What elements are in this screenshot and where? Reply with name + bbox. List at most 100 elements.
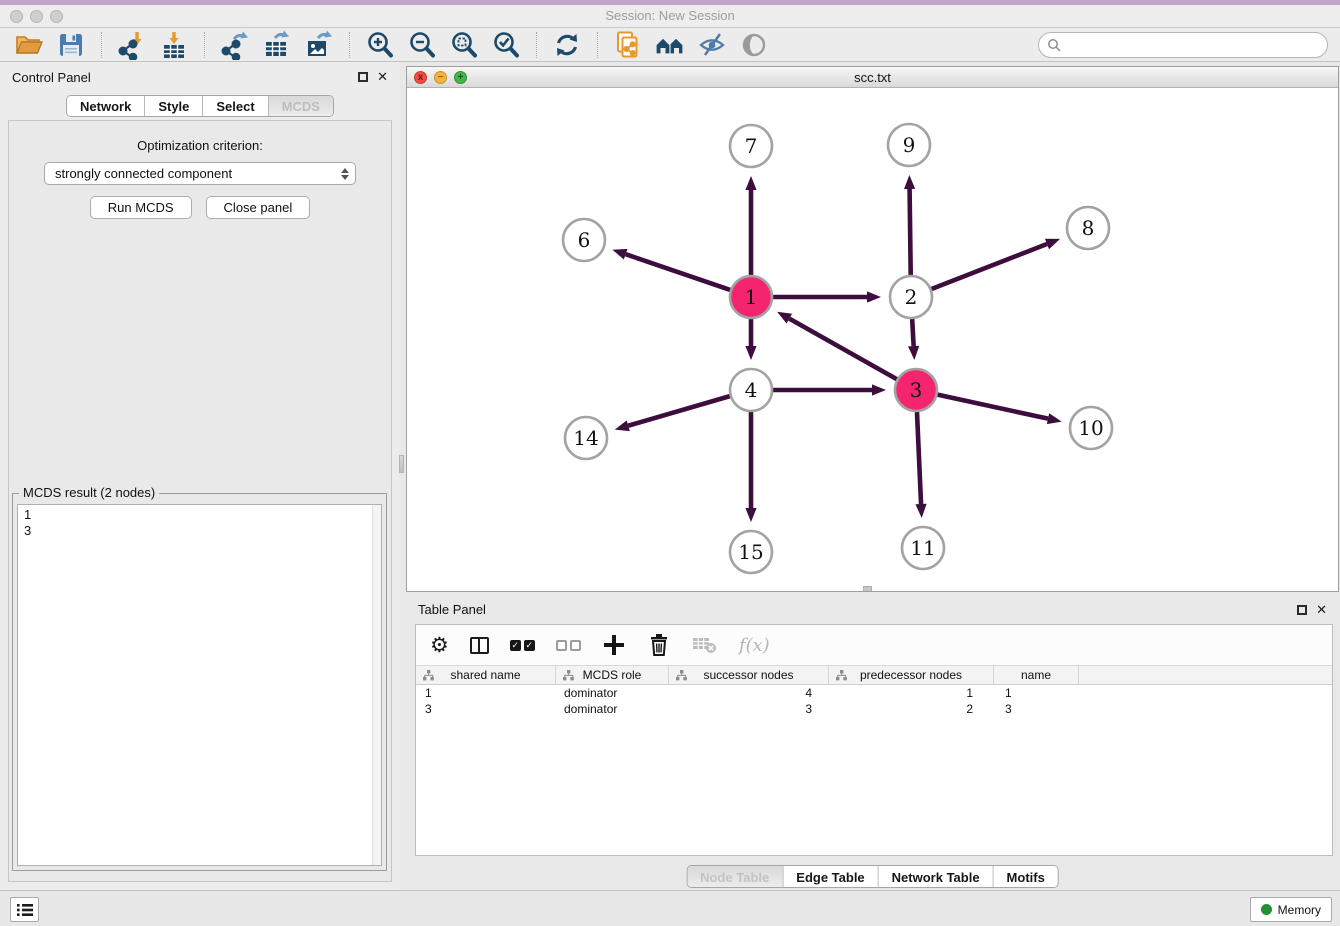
tab-network[interactable]: Network xyxy=(67,96,145,116)
column-header-predecessor-nodes[interactable]: predecessor nodes xyxy=(829,666,994,684)
column-header-shared-name[interactable]: shared name xyxy=(416,666,556,684)
column-header-mcds-role[interactable]: MCDS role xyxy=(556,666,669,684)
memory-button[interactable]: Memory xyxy=(1250,897,1332,922)
graph-node-label: 11 xyxy=(910,536,935,560)
mcds-result-title: MCDS result (2 nodes) xyxy=(19,485,159,500)
search-box xyxy=(1038,32,1328,58)
graph-edge-3-11[interactable] xyxy=(917,412,921,504)
export-network-button[interactable] xyxy=(219,30,251,60)
graph-arrowhead xyxy=(1045,239,1060,249)
run-mcds-button[interactable]: Run MCDS xyxy=(90,196,192,219)
close-panel-button[interactable]: Close panel xyxy=(206,196,311,219)
zoom-out-button[interactable] xyxy=(406,30,438,60)
tab-motifs[interactable]: Motifs xyxy=(994,866,1058,887)
float-table-panel-icon[interactable] xyxy=(1297,605,1307,615)
column-browser-button[interactable] xyxy=(470,632,489,658)
task-history-button[interactable] xyxy=(10,897,39,922)
import-network-button[interactable] xyxy=(116,30,148,60)
search-input[interactable] xyxy=(1067,38,1319,53)
eye-icon xyxy=(739,30,769,60)
toolbar-separator xyxy=(101,32,102,58)
select-all-button[interactable]: ✓ ✓ xyxy=(510,632,535,658)
column-header-successor-nodes[interactable]: successor nodes xyxy=(669,666,829,684)
graph-edge-2-8[interactable] xyxy=(931,244,1047,289)
graph-arrowhead xyxy=(1047,413,1062,424)
table-row[interactable]: 3 dominator 3 2 3 xyxy=(416,701,1332,717)
panel-splitter-handle[interactable] xyxy=(399,455,404,473)
graph-edge-2-9[interactable] xyxy=(910,189,911,275)
close-panel-icon[interactable]: ✕ xyxy=(377,72,388,82)
open-folder-icon xyxy=(14,30,44,60)
mcds-result-text[interactable]: 1 3 xyxy=(17,504,382,866)
table-panel-title: Table Panel xyxy=(418,602,486,617)
graph-node-label: 3 xyxy=(910,378,923,402)
import-table-button[interactable] xyxy=(158,30,190,60)
tab-network-table[interactable]: Network Table xyxy=(879,866,994,887)
unchecked-box-icon xyxy=(570,640,581,651)
hide-visibility-button[interactable] xyxy=(696,30,728,60)
graph-edge-1-6[interactable] xyxy=(626,254,731,290)
delete-table-button[interactable] xyxy=(692,632,718,658)
columns-icon xyxy=(470,637,489,654)
status-bar: Memory xyxy=(0,890,1340,926)
refresh-button[interactable] xyxy=(551,30,583,60)
graph-arrowhead xyxy=(745,176,756,190)
deselect-all-button[interactable] xyxy=(556,632,581,658)
zoom-in-icon xyxy=(365,30,395,60)
save-session-button[interactable] xyxy=(55,30,87,60)
table-panel-tabs: Node Table Edge Table Network Table Moti… xyxy=(686,865,1059,888)
delete-column-button[interactable] xyxy=(647,632,671,658)
open-session-button[interactable] xyxy=(13,30,45,60)
zoom-selected-icon xyxy=(491,30,521,60)
hierarchy-icon xyxy=(836,670,847,681)
toolbar-separator xyxy=(536,32,537,58)
tab-node-table[interactable]: Node Table xyxy=(687,866,783,887)
table-row[interactable]: 1 dominator 4 1 1 xyxy=(416,685,1332,701)
save-icon xyxy=(56,30,86,60)
graph-edge-2-3[interactable] xyxy=(912,319,913,346)
graph-arrowhead xyxy=(872,384,886,395)
graph-edge-3-10[interactable] xyxy=(937,395,1048,419)
export-network-icon xyxy=(220,30,250,60)
graph-edge-3-1[interactable] xyxy=(789,319,897,380)
zoom-fit-icon xyxy=(449,30,479,60)
zoom-fit-button[interactable] xyxy=(448,30,480,60)
memory-label: Memory xyxy=(1278,903,1321,917)
app-titlebar: Session: New Session xyxy=(0,5,1340,28)
zoom-in-button[interactable] xyxy=(364,30,396,60)
tab-edge-table[interactable]: Edge Table xyxy=(783,866,878,887)
close-table-panel-icon[interactable]: ✕ xyxy=(1316,605,1327,615)
network-window-titlebar[interactable]: x − + scc.txt xyxy=(407,67,1338,88)
toolbar-separator xyxy=(597,32,598,58)
canvas-scrollbar-handle[interactable] xyxy=(863,586,872,591)
show-visibility-button[interactable] xyxy=(738,30,770,60)
result-line: 3 xyxy=(24,523,375,539)
tab-select[interactable]: Select xyxy=(203,96,268,116)
result-scrollbar[interactable] xyxy=(372,505,381,865)
export-table-button[interactable] xyxy=(261,30,293,60)
table-settings-button[interactable]: ⚙ xyxy=(430,632,449,658)
network-document-icon xyxy=(613,30,643,60)
control-panel-title: Control Panel xyxy=(12,70,91,85)
add-column-button[interactable] xyxy=(602,632,626,658)
graph-node-label: 7 xyxy=(745,134,758,158)
table-header-row: shared name MCDS role successor nodes pr… xyxy=(416,666,1332,685)
hierarchy-icon xyxy=(563,670,574,681)
tab-style[interactable]: Style xyxy=(145,96,203,116)
table-panel: Table Panel ✕ ⚙ ✓ ✓ xyxy=(405,597,1340,890)
toolbar-separator xyxy=(204,32,205,58)
graph-arrowhead xyxy=(612,249,627,260)
new-network-from-selection-button[interactable] xyxy=(612,30,644,60)
network-canvas[interactable]: 1234678910111415 xyxy=(407,88,1338,591)
home-button[interactable] xyxy=(654,30,686,60)
tab-mcds[interactable]: MCDS xyxy=(269,96,333,116)
graph-edge-4-14[interactable] xyxy=(628,396,730,426)
zoom-selected-button[interactable] xyxy=(490,30,522,60)
column-header-name[interactable]: name xyxy=(994,666,1079,684)
graph-arrowhead xyxy=(615,420,630,431)
export-image-button[interactable] xyxy=(303,30,335,60)
apply-function-button[interactable]: f(x) xyxy=(739,632,770,658)
plus-icon xyxy=(602,633,626,657)
float-panel-icon[interactable] xyxy=(358,72,368,82)
optimization-criterion-select[interactable]: strongly connected component xyxy=(44,162,356,185)
